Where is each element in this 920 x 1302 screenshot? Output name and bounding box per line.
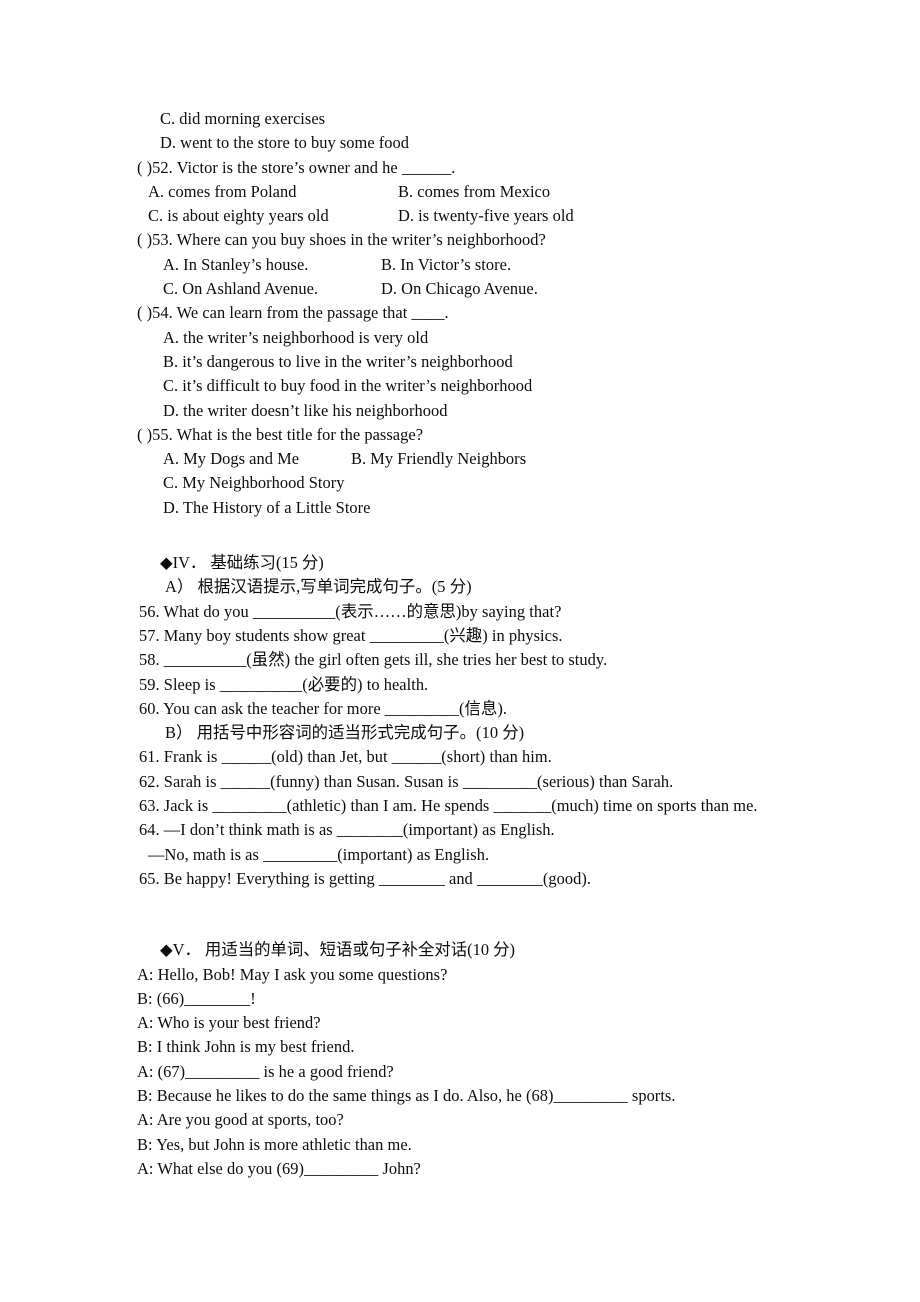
exercise-item-64: 64. —I don’t think math is as ________(i…	[139, 820, 555, 840]
option-line: A. the writer’s neighborhood is very old	[163, 327, 429, 347]
dialogue-line: B: Because he likes to do the same thing…	[137, 1085, 676, 1105]
option-line: D. went to the store to buy some food	[160, 133, 410, 153]
exercise-item-62: 62. Sarah is ______(funny) than Susan. S…	[139, 771, 674, 791]
option-line: C. it’s difficult to buy food in the wri…	[163, 376, 533, 396]
question-stem-54: ( )54. We can learn from the passage tha…	[137, 303, 449, 323]
option-right: D. is twenty-five years old	[398, 206, 574, 226]
exercise-item-58: 58. __________(虽然) the girl often gets i…	[139, 650, 608, 670]
option-right: B. In Victor’s store.	[381, 254, 512, 274]
exercise-item-61: 61. Frank is ______(old) than Jet, but _…	[139, 747, 552, 767]
exercise-item-57: 57. Many boy students show great _______…	[139, 625, 563, 645]
dialogue-line: B: I think John is my best friend.	[137, 1037, 355, 1057]
option-left: A. comes from Poland	[148, 181, 297, 201]
option-line: B. it’s dangerous to live in the writer’…	[163, 351, 513, 371]
section-heading-iv: ◆IV． 基础练习(15 分)	[160, 553, 324, 573]
exercise-item-59: 59. Sleep is __________(必要的) to health.	[139, 674, 429, 694]
option-line: C. My Neighborhood Story	[163, 473, 345, 493]
option-row: A. comes from Poland B. comes from Mexico	[0, 180, 920, 204]
document-body: C. did morning exercises D. went to the …	[0, 107, 920, 1181]
question-stem-52: ( )52. Victor is the store’s owner and h…	[137, 157, 456, 177]
dialogue-line: A: What else do you (69)_________ John?	[137, 1158, 421, 1178]
exercise-item-56: 56. What do you __________(表示……的意思)by sa…	[139, 601, 562, 621]
subsection-heading-a: A） 根据汉语提示,写单词完成句子。(5 分)	[165, 577, 472, 597]
option-line: C. did morning exercises	[160, 109, 326, 128]
exercise-item-60: 60. You can ask the teacher for more ___…	[139, 698, 508, 718]
worksheet-page: C. did morning exercises D. went to the …	[0, 0, 920, 1302]
option-row: C. is about eighty years old D. is twenty…	[0, 204, 920, 228]
section-heading-v: ◆V． 用适当的单词、短语或句子补全对话(10 分)	[160, 940, 515, 960]
option-right: B. comes from Mexico	[398, 181, 551, 201]
option-left: C. On Ashland Avenue.	[163, 279, 319, 299]
question-stem-53: ( )53. Where can you buy shoes in the wr…	[137, 230, 546, 250]
dialogue-line: B: (66)________!	[137, 988, 256, 1008]
question-stem-55: ( )55. What is the best title for the pa…	[137, 424, 424, 444]
option-row: A. My Dogs and Me B. My Friendly Neighbor…	[0, 447, 920, 471]
option-right: D. On Chicago Avenue.	[381, 279, 538, 299]
option-line: D. the writer doesn’t like his neighborh…	[163, 400, 448, 420]
exercise-item-65: 65. Be happy! Everything is getting ____…	[139, 868, 592, 888]
option-row: A. In Stanley’s house. B. In Victor’s sto…	[0, 253, 920, 277]
dialogue-line: B: Yes, but John is more athletic than m…	[137, 1134, 412, 1154]
option-right: B. My Friendly Neighbors	[351, 449, 527, 469]
option-left: C. is about eighty years old	[148, 206, 329, 226]
exercise-item-64-reply: —No, math is as _________(important) as …	[148, 844, 490, 864]
dialogue-line: A: Hello, Bob! May I ask you some questi…	[137, 964, 448, 984]
dialogue-line: A: Are you good at sports, too?	[137, 1110, 344, 1130]
dialogue-line: A: Who is your best friend?	[137, 1013, 321, 1033]
option-line: D. The History of a Little Store	[163, 497, 371, 517]
option-row: C. On Ashland Avenue. D. On Chicago Avenu…	[0, 277, 920, 301]
dialogue-line: A: (67)_________ is he a good friend?	[137, 1061, 394, 1081]
exercise-item-63: 63. Jack is _________(athletic) than I a…	[139, 796, 758, 816]
option-left: A. My Dogs and Me	[163, 449, 300, 469]
option-left: A. In Stanley’s house.	[163, 254, 309, 274]
subsection-heading-b: B） 用括号中形容词的适当形式完成句子。(10 分)	[165, 723, 525, 743]
